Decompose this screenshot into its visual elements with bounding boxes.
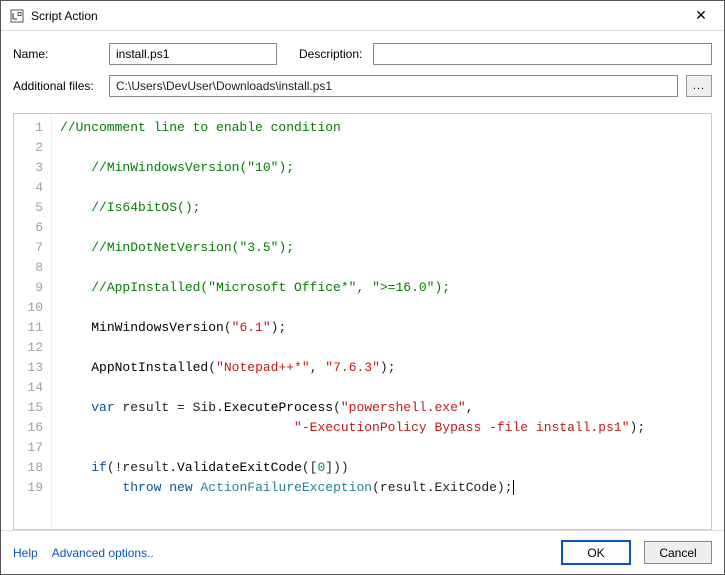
line-number-gutter: 12345678910111213141516171819 [14,114,52,529]
code-line[interactable] [60,138,711,158]
line-number: 1 [14,118,43,138]
code-line[interactable] [60,378,711,398]
code-line[interactable]: //MinWindowsVersion("10"); [60,158,711,178]
label-description: Description: [299,47,365,61]
dialog-window: Script Action ✕ Name: Description: Addit… [0,0,725,575]
help-link[interactable]: Help [13,546,38,560]
line-number: 11 [14,318,43,338]
description-input[interactable] [373,43,712,65]
code-line[interactable] [60,218,711,238]
line-number: 18 [14,458,43,478]
line-number: 2 [14,138,43,158]
line-number: 4 [14,178,43,198]
code-line[interactable]: //AppInstalled("Microsoft Office*", ">=1… [60,278,711,298]
line-number: 15 [14,398,43,418]
code-line[interactable]: "-ExecutionPolicy Bypass -file install.p… [60,418,711,438]
code-line[interactable]: MinWindowsVersion("6.1"); [60,318,711,338]
ok-button[interactable]: OK [562,541,630,564]
code-line[interactable] [60,298,711,318]
code-line[interactable]: //Is64bitOS(); [60,198,711,218]
name-input[interactable] [109,43,277,65]
label-additional-files: Additional files: [13,79,101,93]
code-content[interactable]: //Uncomment line to enable condition //M… [52,114,711,529]
line-number: 14 [14,378,43,398]
ellipsis-icon: ... [693,80,705,92]
code-line[interactable] [60,258,711,278]
label-name: Name: [13,47,101,61]
dialog-footer: Help Advanced options.. OK Cancel [1,530,724,574]
line-number: 6 [14,218,43,238]
browse-button[interactable]: ... [686,75,712,97]
code-editor[interactable]: 12345678910111213141516171819 //Uncommen… [13,113,712,530]
line-number: 10 [14,298,43,318]
code-line[interactable]: //Uncomment line to enable condition [60,118,711,138]
text-caret [513,480,514,495]
code-line[interactable]: AppNotInstalled("Notepad++*", "7.6.3"); [60,358,711,378]
code-line[interactable]: var result = Sib.ExecuteProcess("powersh… [60,398,711,418]
line-number: 7 [14,238,43,258]
additional-files-input[interactable] [109,75,678,97]
code-line[interactable]: throw new ActionFailureException(result.… [60,478,711,498]
close-button[interactable]: ✕ [678,1,724,31]
code-line[interactable] [60,438,711,458]
app-icon [9,8,25,24]
close-icon: ✕ [695,7,707,24]
line-number: 3 [14,158,43,178]
cancel-button[interactable]: Cancel [644,541,712,564]
code-line[interactable] [60,178,711,198]
line-number: 13 [14,358,43,378]
line-number: 9 [14,278,43,298]
advanced-options-link[interactable]: Advanced options.. [52,546,154,560]
window-title: Script Action [31,9,98,23]
line-number: 19 [14,478,43,498]
line-number: 5 [14,198,43,218]
code-line[interactable]: //MinDotNetVersion("3.5"); [60,238,711,258]
code-line[interactable]: if(!result.ValidateExitCode([0])) [60,458,711,478]
line-number: 16 [14,418,43,438]
form-area: Name: Description: Additional files: ... [1,31,724,105]
titlebar: Script Action ✕ [1,1,724,31]
line-number: 17 [14,438,43,458]
line-number: 8 [14,258,43,278]
code-line[interactable] [60,338,711,358]
line-number: 12 [14,338,43,358]
